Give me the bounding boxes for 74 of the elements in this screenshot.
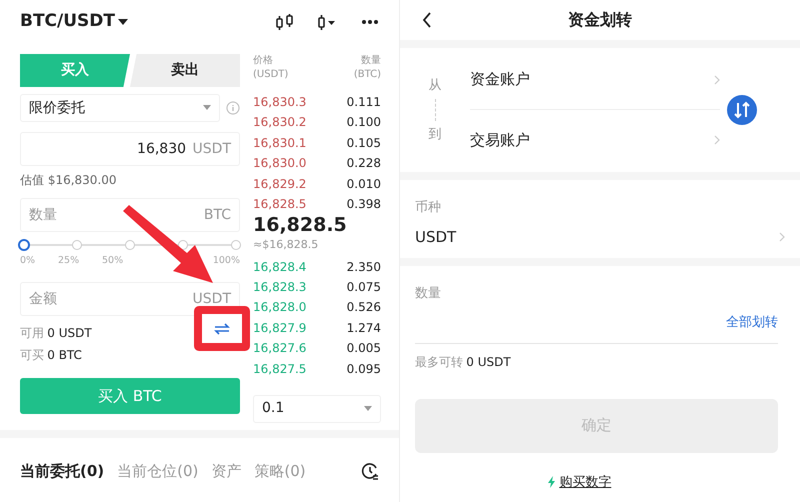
- balance-label: 可用: [20, 325, 44, 342]
- side-tab[interactable]: 卖出: [130, 54, 240, 87]
- history-icon[interactable]: [361, 462, 379, 480]
- chart-type-icon[interactable]: [317, 13, 337, 31]
- chevron-icon: [779, 232, 785, 242]
- price-cell-text: 16,830.3: [253, 94, 306, 111]
- more-icon[interactable]: [361, 19, 379, 25]
- price-cell-text: 16,828.4: [253, 258, 306, 276]
- quantity-cell-text: 2.350: [346, 258, 381, 276]
- balance-value: 0 USDT: [47, 325, 92, 342]
- quantity-cell-text: 0.100: [346, 114, 381, 132]
- slider-thumb[interactable]: [18, 239, 30, 251]
- lightning-icon: [548, 476, 556, 488]
- quantity-input-line[interactable]: 全部划转: [415, 304, 778, 344]
- quantity-cell-text: 1.274: [346, 320, 381, 337]
- price-cell-text: 16,829.2: [253, 176, 306, 193]
- account-name[interactable]: 资金账户: [470, 68, 530, 91]
- quantity-cell-text: 0.228: [346, 155, 381, 172]
- quantity-cell-text: 0.398: [346, 196, 381, 213]
- quantity-cell-text: 0.005: [346, 340, 381, 358]
- chevron-icon: [714, 135, 720, 145]
- price-cell-text: 16,828.5: [253, 196, 306, 213]
- slider-tick: [231, 240, 241, 250]
- candlestick-icon[interactable]: [275, 13, 295, 31]
- column-unit: (USDT): [253, 68, 288, 82]
- estimate-text: 估值 $16,830.00: [20, 172, 118, 189]
- slider-tick: [125, 240, 135, 250]
- price-cell-text: 16,828.0: [253, 299, 306, 316]
- slider-label: 50%: [102, 254, 124, 268]
- price-cell-text: 16,830.1: [253, 134, 306, 152]
- balance-label: 可买: [20, 347, 44, 364]
- column-unit: (BTC): [354, 68, 381, 82]
- swap-icon[interactable]: [214, 322, 230, 334]
- last-price: 16,828.5: [253, 214, 348, 238]
- quantity-cell-text: 0.010: [346, 176, 381, 193]
- pair-title[interactable]: BTC/USDT: [20, 9, 115, 35]
- price-cell-text: 16,830.2: [253, 114, 306, 132]
- back-icon[interactable]: [422, 12, 432, 28]
- transfer-all-link[interactable]: 全部划转: [726, 313, 778, 333]
- balance-value: 0 BTC: [47, 347, 82, 364]
- max-value: 0 USDT: [466, 354, 511, 370]
- price-cell-text: 16,828.3: [253, 279, 306, 296]
- page-title: 资金划转: [568, 9, 632, 31]
- price-cell-text: 16,827.6: [253, 340, 306, 358]
- slider-label: 100%: [212, 254, 240, 268]
- chevron-icon: [714, 74, 720, 84]
- to-label: 到: [428, 126, 442, 144]
- price-cell-text: 16,827.5: [253, 360, 306, 378]
- price-cell-text: 16,827.9: [253, 320, 306, 337]
- quantity-cell-text: 0.526: [346, 299, 381, 316]
- currency-value[interactable]: USDT: [415, 226, 456, 248]
- quantity-cell-text: 0.095: [346, 360, 381, 378]
- quantity-cell-text: 0.075: [346, 279, 381, 296]
- caret-icon: [202, 105, 210, 111]
- column-header: 数量: [360, 54, 381, 68]
- depth-select[interactable]: 0.1: [253, 394, 381, 423]
- last-price-usd: ≈$16,828.5: [253, 237, 320, 254]
- buy-crypto-link[interactable]: 购买数字: [559, 472, 612, 492]
- caret-icon[interactable]: [118, 18, 128, 26]
- currency-label: 币种: [415, 199, 442, 217]
- slider-tick: [72, 240, 82, 250]
- from-label: 从: [428, 76, 442, 94]
- price-cell-text: 16,830.0: [253, 155, 306, 172]
- quantity-cell-text: 0.111: [346, 94, 381, 111]
- caret-icon: [364, 406, 372, 412]
- quantity-cell-text: 0.105: [346, 134, 381, 152]
- tab[interactable]: 当前委托(0): [20, 460, 104, 482]
- swap-icon[interactable]: [727, 95, 757, 125]
- max-label: 最多可转: [415, 354, 463, 370]
- price-field[interactable]: 16,830 USDT: [20, 132, 240, 166]
- quantity-label: 数量: [415, 285, 442, 303]
- account-name[interactable]: 交易账户: [470, 128, 530, 152]
- column-header: 价格: [253, 54, 274, 68]
- order-type-select[interactable]: 限价委托: [20, 94, 220, 122]
